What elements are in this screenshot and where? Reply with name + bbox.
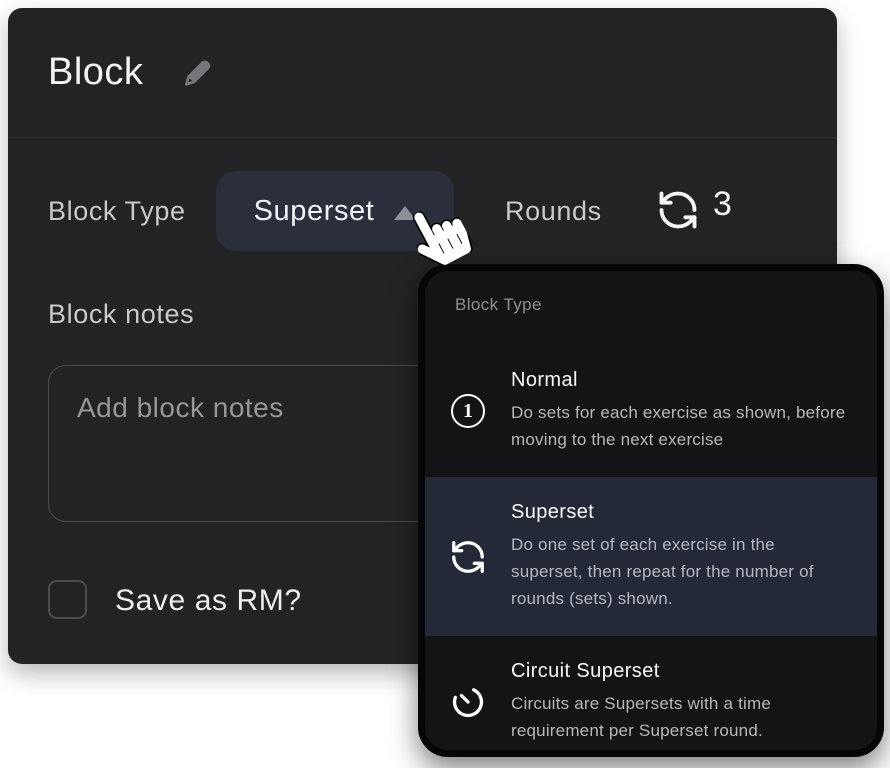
block-type-selected-value: Superset	[254, 195, 375, 228]
save-rm-label: Save as RM?	[115, 584, 302, 618]
cycle-icon	[656, 188, 700, 232]
cycle-icon	[425, 538, 511, 576]
option-description: Do sets for each exercise as shown, befo…	[511, 399, 851, 453]
option-title: Normal	[511, 369, 851, 392]
option-title: Circuit Superset	[511, 660, 851, 683]
panel-header: Block	[8, 8, 837, 138]
option-title: Superset	[511, 501, 851, 524]
block-type-label: Block Type	[48, 196, 186, 227]
rounds-value[interactable]: 3	[713, 185, 732, 224]
block-type-menu: Block Type 1 Normal Do sets for each exe…	[418, 264, 884, 757]
page-title: Block	[48, 51, 143, 94]
option-description: Do one set of each exercise in the super…	[511, 531, 851, 612]
option-description: Circuits are Supersets with a time requi…	[511, 690, 851, 744]
rounds-label: Rounds	[505, 196, 602, 227]
menu-option-normal[interactable]: 1 Normal Do sets for each exercise as sh…	[425, 345, 877, 477]
pencil-icon[interactable]	[177, 53, 217, 93]
menu-option-superset[interactable]: Superset Do one set of each exercise in …	[425, 477, 877, 636]
block-notes-label: Block notes	[48, 299, 194, 330]
circled-one-icon: 1	[425, 394, 511, 428]
timer-icon	[425, 683, 511, 721]
menu-options: 1 Normal Do sets for each exercise as sh…	[425, 345, 877, 757]
screenshot-root: Block Block Type Superset Rounds 3 B	[0, 0, 890, 768]
menu-header: Block Type	[455, 295, 847, 315]
menu-option-circuit-superset[interactable]: Circuit Superset Circuits are Supersets …	[425, 636, 877, 757]
save-rm-checkbox[interactable]	[48, 580, 87, 619]
